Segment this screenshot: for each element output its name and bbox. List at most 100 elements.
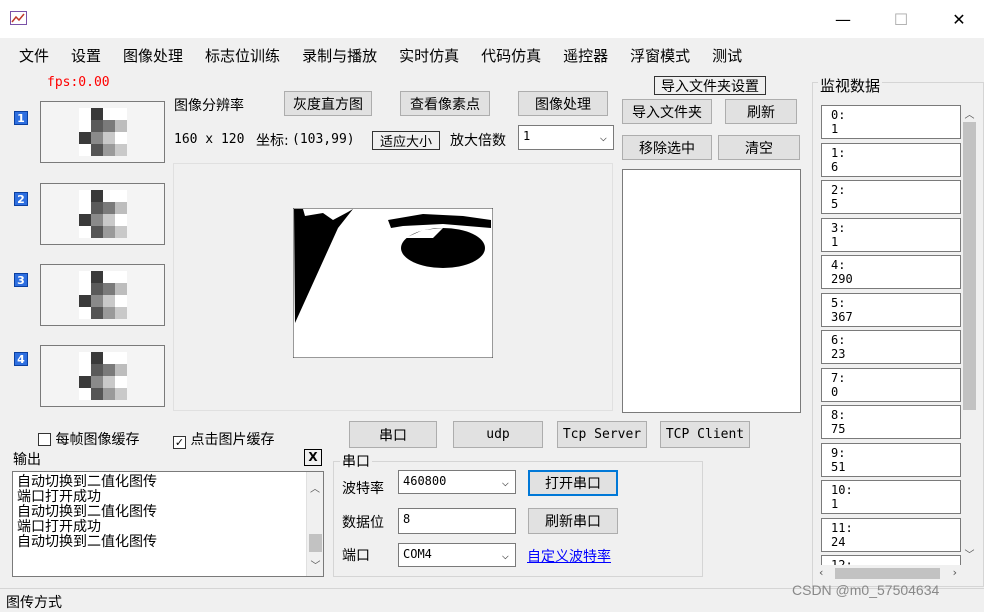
remove-selected-button[interactable]: 移除选中 bbox=[622, 135, 712, 160]
menu-record-play[interactable]: 录制与播放 bbox=[291, 45, 388, 66]
monitor-item[interactable]: 10: 1 bbox=[821, 480, 961, 514]
monitor-item-label: 9: bbox=[831, 445, 846, 460]
tab-udp[interactable]: udp bbox=[453, 421, 543, 448]
clear-list-button[interactable]: 清空 bbox=[718, 135, 800, 160]
log-line: 端口打开成功 bbox=[17, 489, 101, 505]
output-close-button[interactable]: X bbox=[304, 449, 322, 466]
import-folder-button[interactable]: 导入文件夹 bbox=[622, 99, 712, 124]
menu-code-sim[interactable]: 代码仿真 bbox=[470, 45, 552, 66]
placeholder-image-icon bbox=[79, 108, 127, 156]
monitor-item-label: 1: bbox=[831, 145, 846, 160]
output-title: 输出 bbox=[13, 452, 41, 468]
image-slot-3[interactable] bbox=[40, 264, 165, 326]
monitor-item[interactable]: 9: 51 bbox=[821, 442, 961, 477]
histogram-button[interactable]: 灰度直方图 bbox=[284, 91, 372, 116]
monitor-item-value: 1 bbox=[831, 122, 839, 136]
port-select[interactable]: COM4 ⌵ bbox=[398, 543, 516, 567]
image-process-button[interactable]: 图像处理 bbox=[518, 91, 608, 116]
refresh-list-button[interactable]: 刷新 bbox=[725, 99, 797, 124]
monitor-item[interactable]: 8: 75 bbox=[821, 405, 961, 439]
output-log[interactable]: 自动切换到二值化图传 端口打开成功 自动切换到二值化图传 端口打开成功 自动切换到二值化… bbox=[12, 471, 324, 577]
tab-tcp-server[interactable]: Tcp Server bbox=[557, 421, 647, 448]
image-viewport bbox=[173, 163, 613, 411]
import-folder-settings-button[interactable]: 导入文件夹设置 bbox=[654, 76, 766, 95]
view-pixels-button[interactable]: 查看像素点 bbox=[400, 91, 490, 116]
menu-file[interactable]: 文件 bbox=[8, 45, 60, 66]
tab-tcp-client[interactable]: TCP Client bbox=[660, 421, 750, 448]
monitor-item[interactable]: 6: 23 bbox=[821, 330, 961, 364]
scroll-thumb[interactable] bbox=[309, 534, 322, 552]
fit-size-button[interactable]: 适应大小 bbox=[372, 131, 440, 150]
menu-settings[interactable]: 设置 bbox=[60, 45, 112, 66]
menu-test[interactable]: 测试 bbox=[701, 45, 753, 66]
monitor-item[interactable]: 7: 0 bbox=[821, 367, 961, 402]
data-bits-value: 8 bbox=[403, 512, 411, 526]
monitor-item-value: 5 bbox=[831, 197, 839, 211]
monitor-item-value: 1 bbox=[831, 497, 839, 511]
monitor-item[interactable]: 1: 6 bbox=[821, 142, 961, 177]
log-line: 自动切换到二值化图传 bbox=[17, 534, 157, 550]
frame-cache-checkbox[interactable]: 每帧图像缓存 bbox=[38, 429, 139, 449]
monitor-list[interactable]: 0: 1 1: 6 2: 5 3: 1 4: 290 5: 367 6: 23 7: 0 8: 75 9: 51 10:… bbox=[815, 100, 961, 565]
monitor-item[interactable]: 4: 290 bbox=[821, 255, 961, 289]
chevron-down-icon: ⌵ bbox=[599, 130, 607, 144]
monitor-item-label: 4: bbox=[831, 258, 846, 272]
refresh-serial-button[interactable]: 刷新串口 bbox=[528, 508, 618, 534]
binary-camera-image[interactable] bbox=[293, 208, 493, 358]
monitor-item[interactable]: 5: 367 bbox=[821, 292, 961, 327]
menu-bar: 文件 设置 图像处理 标志位训练 录制与播放 实时仿真 代码仿真 遥控器 浮窗模… bbox=[0, 38, 984, 72]
checkbox-checked-icon: ✓ bbox=[173, 436, 186, 449]
zoom-label: 放大倍数 bbox=[450, 133, 506, 149]
scroll-up-icon[interactable]: ︿ bbox=[307, 480, 323, 495]
scroll-thumb[interactable] bbox=[835, 568, 940, 579]
menu-remote[interactable]: 遥控器 bbox=[552, 45, 619, 66]
zoom-select[interactable]: 1 ⌵ bbox=[518, 125, 614, 150]
slot-badge-1: 1 bbox=[14, 111, 28, 125]
monitor-item[interactable]: 0: 1 bbox=[821, 105, 961, 139]
monitor-scrollbar-v[interactable]: ︿ ﹀ bbox=[961, 100, 978, 565]
open-serial-button[interactable]: 打开串口 bbox=[528, 470, 618, 496]
scroll-thumb[interactable] bbox=[963, 122, 976, 410]
click-cache-checkbox[interactable]: ✓ 点击图片缓存 bbox=[173, 429, 274, 449]
scroll-down-icon[interactable]: ﹀ bbox=[961, 546, 978, 561]
menu-flag-training[interactable]: 标志位训练 bbox=[194, 45, 291, 66]
image-slot-1[interactable] bbox=[40, 101, 165, 163]
image-slot-2[interactable] bbox=[40, 183, 165, 245]
monitor-item[interactable]: 12: bbox=[821, 555, 961, 565]
monitor-item[interactable]: 11: 24 bbox=[821, 517, 961, 552]
chevron-down-icon: ⌵ bbox=[501, 475, 509, 489]
monitor-item-value: 290 bbox=[831, 272, 853, 286]
chevron-down-icon: ⌵ bbox=[501, 548, 509, 562]
scroll-left-icon[interactable]: ‹ bbox=[819, 566, 823, 579]
monitor-item[interactable]: 3: 1 bbox=[821, 217, 961, 252]
file-list[interactable] bbox=[622, 169, 801, 413]
monitor-scrollbar-h[interactable]: ‹ › bbox=[815, 565, 961, 582]
slot-badge-3: 3 bbox=[14, 273, 28, 287]
close-window-button[interactable]: ✕ bbox=[936, 0, 982, 38]
monitor-item-label: 3: bbox=[831, 220, 846, 235]
custom-baud-link[interactable]: 自定义波特率 bbox=[527, 546, 611, 566]
monitor-item-value: 51 bbox=[831, 459, 846, 474]
monitor-item-value: 75 bbox=[831, 422, 846, 436]
coord-label: 坐标: bbox=[256, 133, 289, 149]
scroll-up-icon[interactable]: ︿ bbox=[961, 106, 978, 121]
minimize-button[interactable]: — bbox=[820, 0, 866, 38]
coord-value: (103,99) bbox=[292, 132, 355, 147]
scroll-down-icon[interactable]: ﹀ bbox=[307, 557, 323, 572]
monitor-item-label: 5: bbox=[831, 295, 846, 310]
monitor-item[interactable]: 2: 5 bbox=[821, 180, 961, 214]
image-slot-4[interactable] bbox=[40, 345, 165, 407]
output-scrollbar[interactable]: ︿ ﹀ bbox=[306, 472, 323, 576]
placeholder-image-icon bbox=[79, 352, 127, 400]
baud-select[interactable]: 460800 ⌵ bbox=[398, 470, 516, 494]
data-bits-input[interactable]: 8 bbox=[398, 508, 516, 534]
monitor-title: 监视数据 bbox=[818, 75, 883, 96]
monitor-item-label: 10: bbox=[831, 483, 853, 497]
menu-realtime-sim[interactable]: 实时仿真 bbox=[388, 45, 470, 66]
monitor-item-value: 0 bbox=[831, 384, 839, 399]
menu-image-processing[interactable]: 图像处理 bbox=[112, 45, 194, 66]
scroll-right-icon[interactable]: › bbox=[953, 566, 957, 579]
tab-serial[interactable]: 串口 bbox=[349, 421, 437, 448]
maximize-button[interactable]: ☐ bbox=[878, 0, 924, 38]
menu-float-mode[interactable]: 浮窗模式 bbox=[619, 45, 701, 66]
